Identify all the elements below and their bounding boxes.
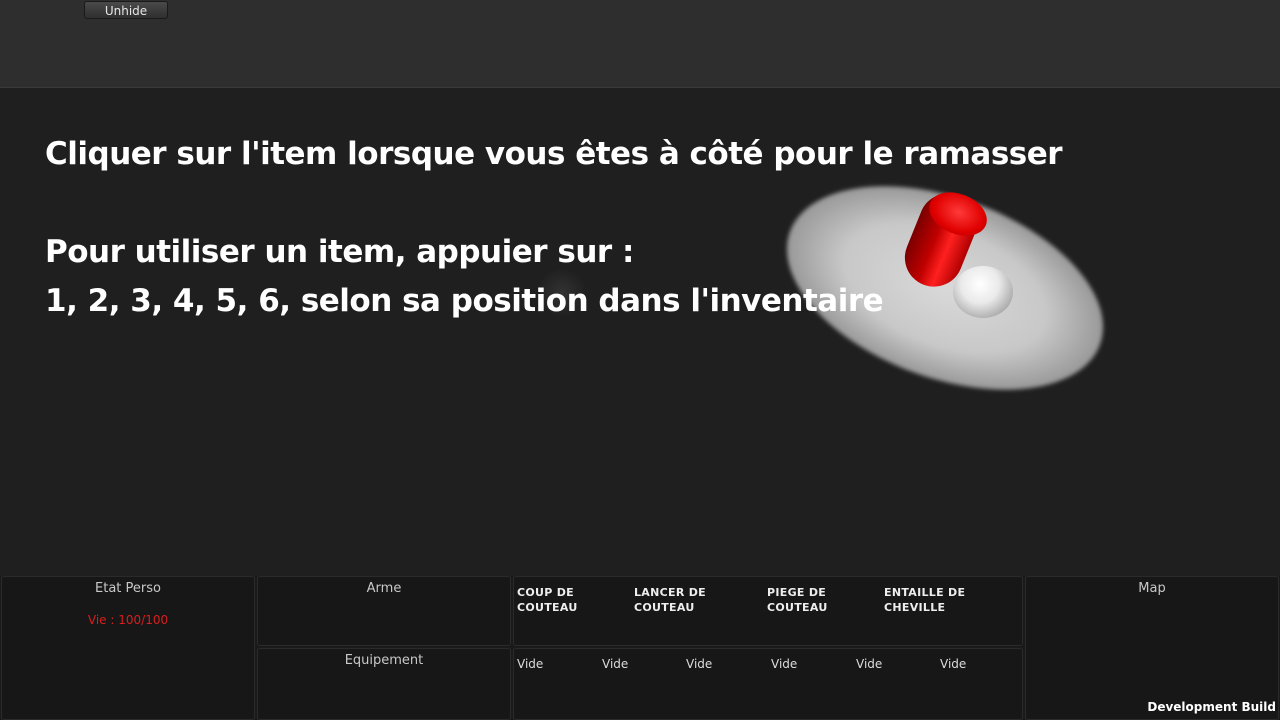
skill-label: couteau [767,601,828,614]
white-sphere-player [953,266,1013,318]
inventory-slot-2[interactable]: Vide [602,657,628,671]
arme-panel[interactable]: Arme [257,576,511,646]
equipement-title: Equipement [344,653,424,668]
development-build-label: Development Build [1147,700,1276,714]
etat-perso-panel: Etat Perso Vie : 100/100 [1,576,255,720]
skill-label: couteau [634,601,695,614]
skill-label: cheville [884,601,946,614]
skill-label: Piege de [767,586,827,599]
skill-piege-de-couteau[interactable]: Piege de couteau [767,585,828,615]
skill-label: Lancer de [634,586,706,599]
skill-lancer-de-couteau[interactable]: Lancer de couteau [634,585,706,615]
equipement-panel[interactable]: Equipement [257,648,511,720]
map-panel[interactable]: Map [1025,576,1279,720]
etat-perso-title: Etat Perso [95,581,161,596]
inventory-slot-4[interactable]: Vide [771,657,797,671]
inventory-slot-3[interactable]: Vide [686,657,712,671]
instruction-pickup: Cliquer sur l'item lorsque vous êtes à c… [45,136,1063,172]
top-bar: Unhide [0,0,1280,88]
skill-label: Entaille de [884,586,966,599]
life-value: Vie : 100/100 [87,613,169,627]
skills-panel: Coup de couteau Lancer de couteau Piege … [513,576,1023,646]
unhide-button[interactable]: Unhide [84,1,168,19]
instruction-use-item: Pour utiliser un item, appuier sur : [45,234,634,270]
inventory-panel: Vide Vide Vide Vide Vide Vide [513,648,1023,720]
arme-title: Arme [366,581,402,596]
instruction-keys: 1, 2, 3, 4, 5, 6, selon sa position dans… [45,283,884,319]
skill-coup-de-couteau[interactable]: Coup de couteau [517,585,578,615]
map-title: Map [1138,581,1166,596]
skill-entaille-de-cheville[interactable]: Entaille de cheville [884,585,965,615]
inventory-slot-1[interactable]: Vide [517,657,543,671]
skill-label: couteau [517,601,578,614]
hud: Etat Perso Vie : 100/100 Arme Equipement… [0,576,1280,720]
inventory-slot-5[interactable]: Vide [856,657,882,671]
skill-label: Coup de [517,586,574,599]
inventory-slot-6[interactable]: Vide [940,657,966,671]
